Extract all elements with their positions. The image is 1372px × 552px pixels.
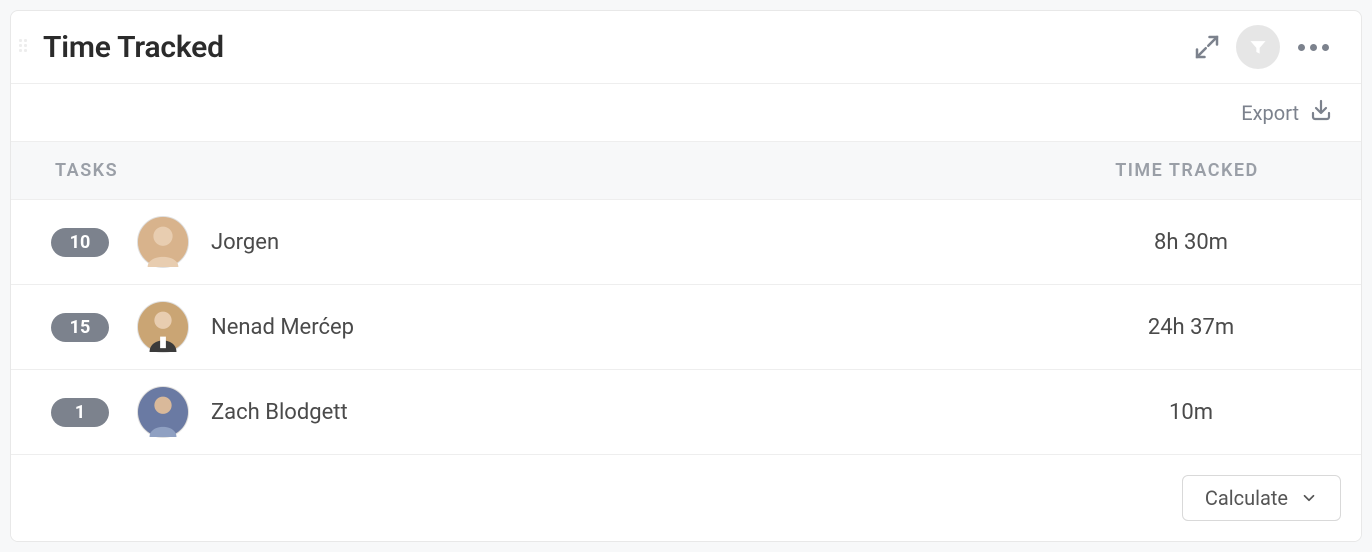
chevron-down-icon	[1300, 489, 1318, 507]
drag-handle-icon[interactable]	[19, 39, 29, 55]
card-header: Time Tracked	[11, 11, 1361, 84]
avatar[interactable]	[137, 386, 189, 438]
avatar[interactable]	[137, 301, 189, 353]
export-label: Export	[1241, 101, 1299, 125]
table-header: TASKS TIME TRACKED	[11, 142, 1361, 200]
table-row[interactable]: 1 Zach Blodgett 10m	[11, 370, 1361, 455]
more-options-icon[interactable]	[1294, 40, 1333, 55]
avatar[interactable]	[137, 216, 189, 268]
table-row[interactable]: 10 Jorgen 8h 30m	[11, 200, 1361, 285]
time-tracked-value: 24h 37m	[1061, 315, 1321, 340]
time-tracked-value: 8h 30m	[1061, 230, 1321, 255]
download-icon	[1309, 98, 1333, 127]
task-count-badge[interactable]: 10	[51, 228, 109, 257]
filter-icon[interactable]	[1236, 25, 1280, 69]
time-tracked-value: 10m	[1061, 400, 1321, 425]
person-name: Zach Blodgett	[211, 400, 1061, 425]
export-button[interactable]: Export	[11, 84, 1361, 142]
calculate-label: Calculate	[1205, 486, 1288, 510]
calculate-button[interactable]: Calculate	[1182, 475, 1341, 521]
expand-icon[interactable]	[1192, 32, 1222, 62]
page-title: Time Tracked	[43, 30, 224, 65]
person-name: Jorgen	[211, 230, 1061, 255]
task-count-badge[interactable]: 1	[51, 398, 109, 427]
card-footer: Calculate	[11, 455, 1361, 541]
column-header-time: TIME TRACKED	[1057, 160, 1317, 181]
column-header-tasks: TASKS	[55, 160, 1057, 181]
table-row[interactable]: 15 Nenad Merćep 24h 37m	[11, 285, 1361, 370]
person-name: Nenad Merćep	[211, 315, 1061, 340]
time-tracked-card: Time Tracked Export	[10, 10, 1362, 542]
task-count-badge[interactable]: 15	[51, 313, 109, 342]
header-actions	[1192, 25, 1333, 69]
